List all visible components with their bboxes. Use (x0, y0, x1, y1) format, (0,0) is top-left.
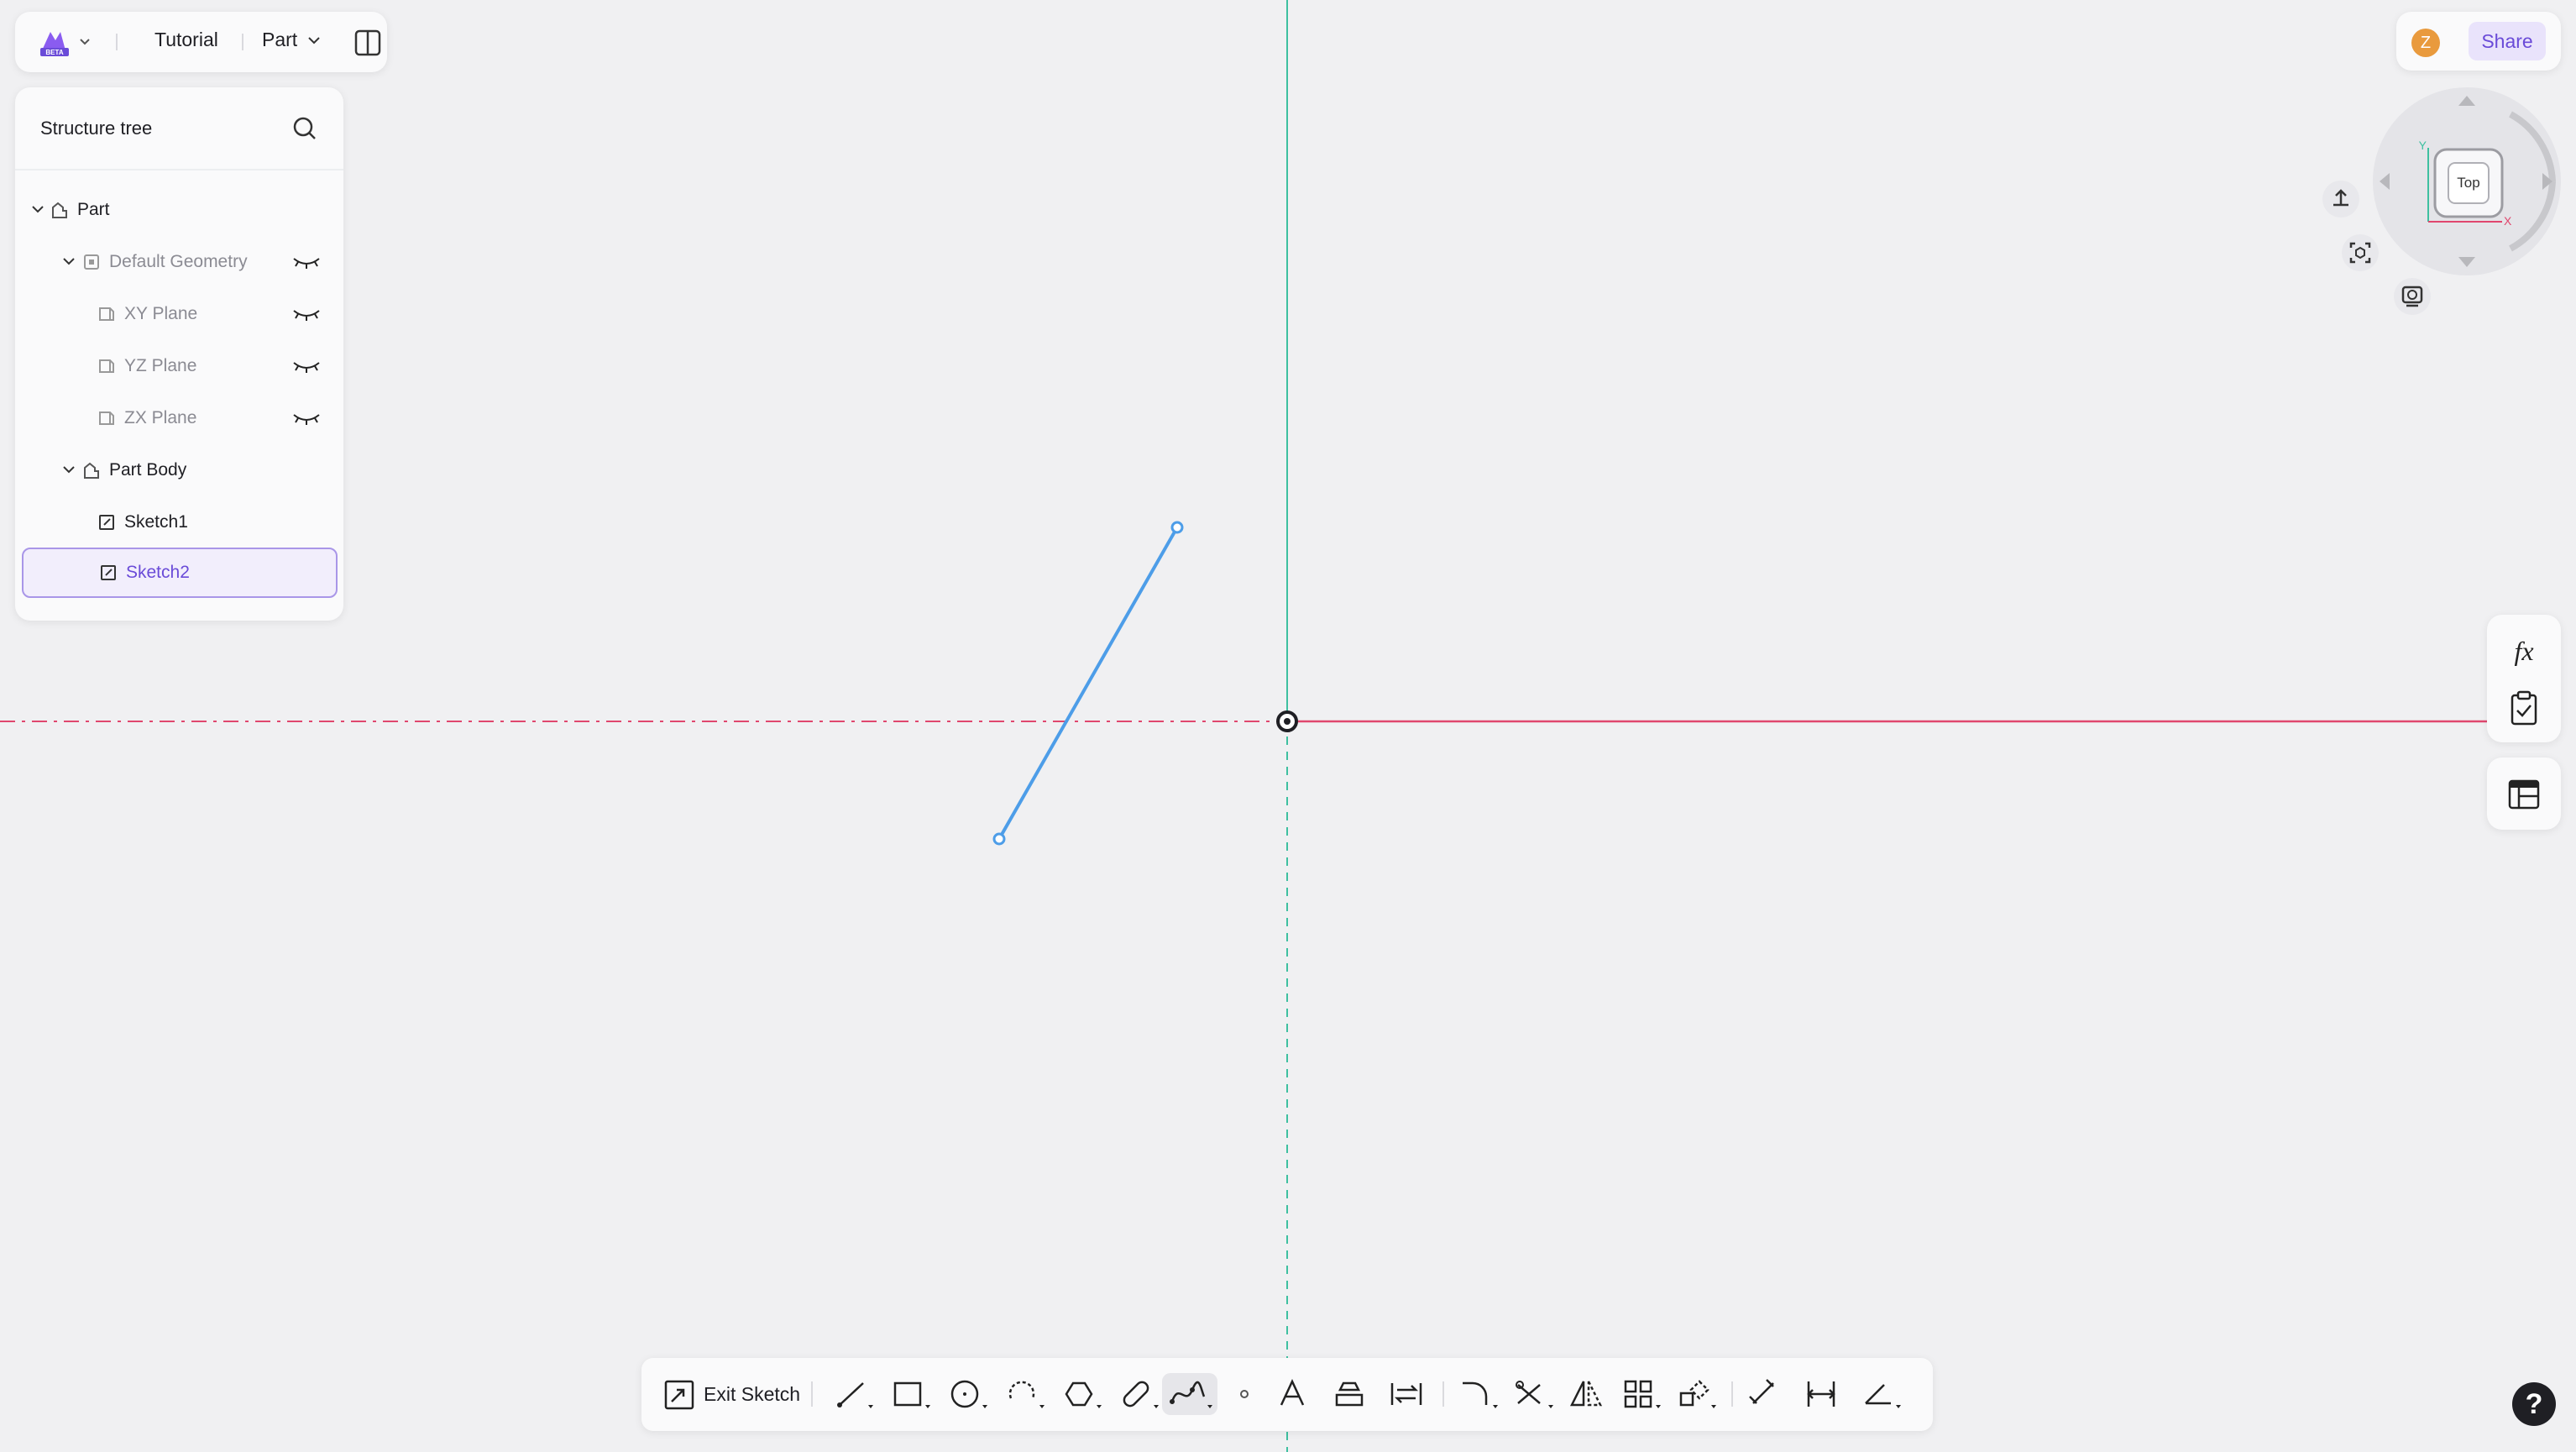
part-icon (52, 202, 67, 218)
convert-tool-icon[interactable] (1385, 1373, 1427, 1415)
spline-tool-icon[interactable] (1162, 1373, 1217, 1415)
fit-view-icon[interactable] (2341, 233, 2380, 272)
sketch-line[interactable] (997, 527, 1179, 840)
divider (811, 1381, 813, 1407)
view-face-label: Top (2457, 175, 2479, 191)
part-body-icon (84, 462, 99, 479)
origin-point[interactable] (1276, 710, 1298, 732)
mirror-tool-icon[interactable] (1565, 1373, 1607, 1415)
line-tool-icon[interactable] (831, 1373, 878, 1415)
formula-icon[interactable]: fx (2505, 635, 2542, 668)
tree-item-zx-plane[interactable]: ZX Plane (15, 393, 343, 443)
exit-sketch-button[interactable]: Exit Sketch (704, 1383, 800, 1406)
sketch-toolbar: Exit Sketch (641, 1358, 1933, 1431)
tree-item-default-geometry[interactable]: Default Geometry (15, 237, 343, 287)
chevron-down-icon[interactable] (61, 462, 76, 477)
chevron-down-icon (80, 39, 90, 45)
plane-icon (99, 307, 114, 321)
beta-badge: BETA (45, 49, 63, 56)
tree-item-label: Sketch1 (124, 512, 188, 532)
chevron-down-icon[interactable] (61, 254, 76, 269)
tree-item-xy-plane[interactable]: XY Plane (15, 289, 343, 339)
mode-selector[interactable]: Part (262, 29, 297, 51)
eye-closed-icon[interactable] (292, 359, 321, 373)
divider (116, 34, 118, 50)
share-button[interactable]: Share (2469, 22, 2546, 60)
constraint-tool-icon[interactable] (1800, 1373, 1842, 1415)
eye-closed-icon[interactable] (292, 411, 321, 425)
point-tool-icon[interactable] (1228, 1373, 1261, 1415)
collaboration-bar: Z Share (2396, 12, 2561, 71)
chevron-down-icon[interactable] (306, 32, 322, 49)
sketch-line-endpoint[interactable] (992, 832, 1006, 846)
text-tool-icon[interactable] (1271, 1373, 1313, 1415)
home-view-icon[interactable] (2322, 180, 2360, 218)
display-mode-icon[interactable] (2393, 277, 2432, 316)
fillet-tool-icon[interactable] (1456, 1373, 1503, 1415)
arc-tool-icon[interactable] (1003, 1373, 1050, 1415)
pattern-tool-icon[interactable] (1619, 1373, 1666, 1415)
svg-text:fx: fx (2514, 636, 2533, 666)
plane-icon (99, 411, 114, 425)
divider (1731, 1381, 1733, 1407)
sketch-icon (101, 565, 116, 580)
top-bar: BETA Tutorial Part (15, 12, 387, 72)
app-logo-menu[interactable]: BETA (37, 25, 96, 59)
divider (242, 34, 243, 50)
polygon-tool-icon[interactable] (1060, 1373, 1107, 1415)
project-tool-icon[interactable] (1328, 1373, 1370, 1415)
tree-item-label: XY Plane (124, 304, 198, 323)
tree-item-label: YZ Plane (124, 356, 197, 375)
tree-item-label: ZX Plane (124, 408, 197, 427)
slot-tool-icon[interactable] (1117, 1373, 1164, 1415)
tree-item-part-body[interactable]: Part Body (15, 445, 343, 495)
rectangle-tool-icon[interactable] (888, 1373, 935, 1415)
divider (1442, 1381, 1444, 1407)
tree-item-label: Part (77, 200, 110, 219)
side-tools: fx (2487, 615, 2561, 742)
tree-item-label: Sketch2 (126, 563, 190, 582)
avatar[interactable]: Z (2411, 29, 2440, 57)
eye-closed-icon[interactable] (292, 255, 321, 269)
plane-icon (99, 359, 114, 373)
document-name[interactable]: Tutorial (154, 29, 218, 51)
tree-item-sketch1[interactable]: Sketch1 (15, 497, 343, 548)
sketch-line-endpoint[interactable] (1170, 521, 1184, 534)
sketch-icon (99, 515, 114, 530)
tree-item-sketch2[interactable]: Sketch2 (22, 548, 338, 598)
angle-constraint-icon[interactable] (1859, 1373, 1906, 1415)
trim-tool-icon[interactable] (1511, 1373, 1558, 1415)
checklist-icon[interactable] (2509, 690, 2539, 726)
toggle-panel-icon[interactable] (354, 29, 381, 56)
dimension-tool-icon[interactable] (1743, 1373, 1785, 1415)
search-icon[interactable] (292, 116, 317, 141)
geometry-folder-icon (84, 254, 99, 270)
tree-item-label: Part Body (109, 460, 187, 480)
circle-tool-icon[interactable] (945, 1373, 992, 1415)
chevron-down-icon[interactable] (30, 202, 45, 217)
panel-title: Structure tree (40, 118, 153, 139)
axis-y-label: Y (2419, 139, 2427, 152)
exit-sketch-icon[interactable] (663, 1376, 697, 1412)
tree-item-part[interactable]: Part (15, 185, 343, 235)
app-logo-icon: BETA (40, 32, 90, 56)
tree-item-yz-plane[interactable]: YZ Plane (15, 341, 343, 391)
table-icon[interactable] (2507, 778, 2541, 811)
help-button[interactable]: ? (2512, 1382, 2556, 1426)
side-tools-secondary (2487, 757, 2561, 830)
transform-tool-icon[interactable] (1674, 1373, 1721, 1415)
eye-closed-icon[interactable] (292, 307, 321, 321)
tree-item-label: Default Geometry (109, 252, 248, 271)
structure-tree-panel: Structure tree Part Default Geometry XY … (15, 87, 343, 621)
sketch-canvas[interactable] (0, 0, 2576, 1452)
divider (15, 169, 343, 170)
axis-x-label: X (2504, 214, 2512, 228)
